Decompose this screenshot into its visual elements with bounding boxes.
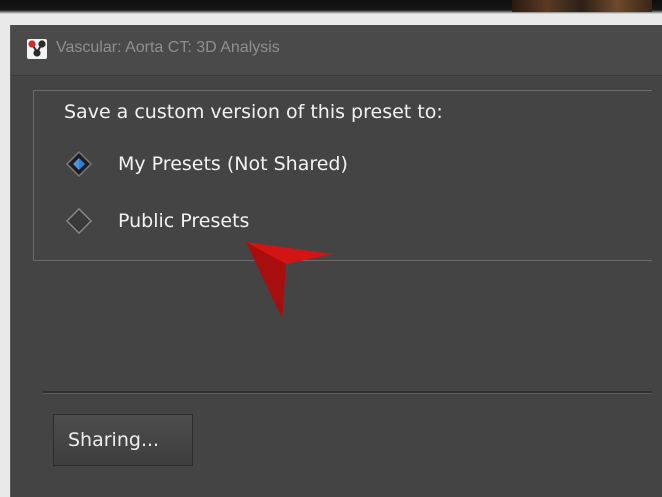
dialog-separator [43, 391, 652, 394]
molecule-icon [27, 39, 47, 59]
window-titlebar[interactable]: Vascular: Aorta CT: 3D Analysis [11, 25, 662, 76]
background-area [0, 0, 662, 25]
red-arrow-pointer-icon [246, 242, 333, 318]
selected-radio-icon[interactable] [66, 151, 92, 177]
radio-my-presets[interactable]: My Presets (Not Shared) [66, 150, 348, 178]
unselected-radio-icon[interactable] [66, 208, 92, 234]
background-image-fragment [512, 0, 652, 12]
radio-public-presets[interactable]: Public Presets [66, 207, 249, 235]
group-legend: Save a custom version of this preset to: [60, 101, 447, 123]
window-title: Vascular: Aorta CT: 3D Analysis [56, 39, 280, 56]
radio-label-my-presets: My Presets (Not Shared) [118, 153, 348, 175]
screenshot-frame: Vascular: Aorta CT: 3D Analysis Save a c… [0, 0, 662, 497]
sharing-button[interactable]: Sharing... [53, 414, 193, 466]
radio-label-public-presets: Public Presets [118, 210, 250, 232]
